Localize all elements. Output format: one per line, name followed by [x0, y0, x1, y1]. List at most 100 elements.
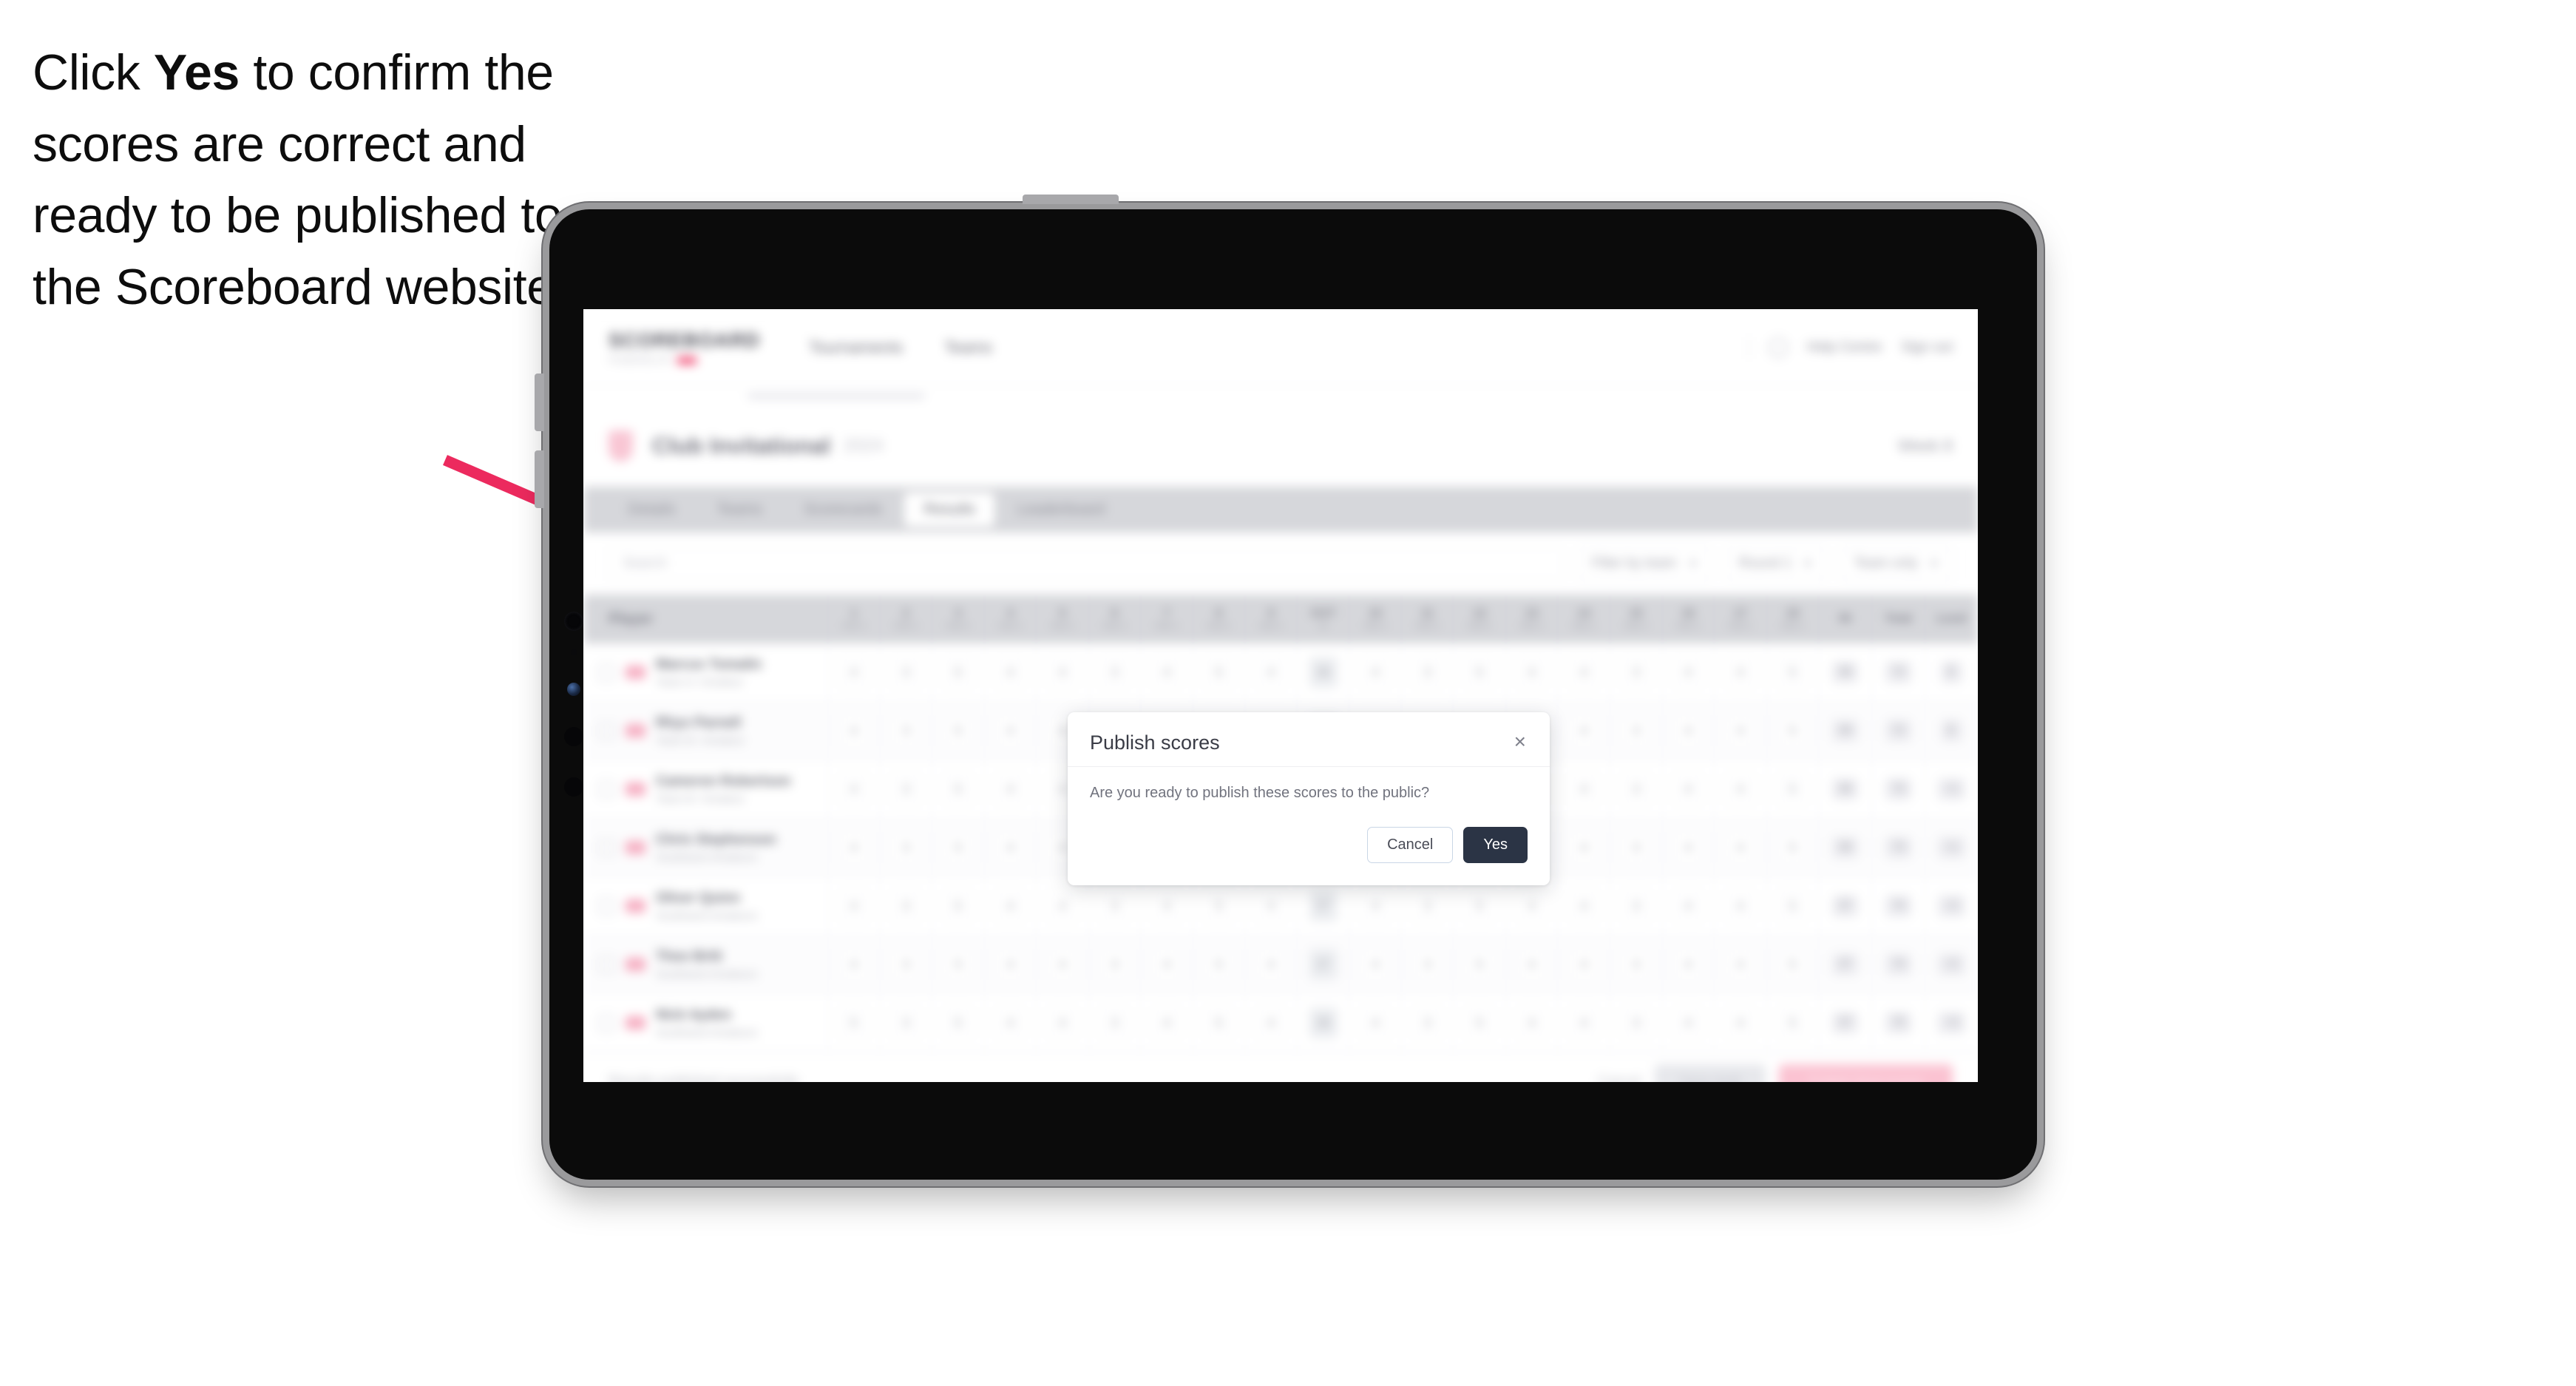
score-cell[interactable]: 4	[1244, 877, 1297, 935]
score-cell[interactable]: 4	[1661, 702, 1715, 760]
score-cell[interactable]: 4	[983, 994, 1037, 1052]
score-cell[interactable]: 4	[1140, 994, 1193, 1052]
score-cell[interactable]: 3	[879, 760, 932, 818]
score-cell[interactable]: 5	[1453, 994, 1505, 1052]
score-cell[interactable]: 3	[1609, 760, 1662, 818]
search-input[interactable]: Search	[609, 547, 1565, 581]
row-checkbox[interactable]	[598, 663, 615, 681]
score-cell[interactable]: 4	[1714, 643, 1766, 701]
score-cell[interactable]: 4	[1714, 702, 1766, 760]
score-cell[interactable]: 4	[1140, 877, 1193, 935]
score-cell[interactable]: 4	[1661, 643, 1715, 701]
yes-button[interactable]: Yes	[1463, 827, 1528, 863]
score-cell[interactable]: 37	[1296, 877, 1349, 935]
score-cell[interactable]: 5	[932, 702, 984, 760]
score-cell[interactable]: 4	[827, 936, 880, 993]
score-cell[interactable]: 3	[1088, 994, 1141, 1052]
row-checkbox[interactable]	[598, 956, 615, 973]
footer-cancel-link[interactable]: Cancel	[1598, 1074, 1641, 1083]
score-cell[interactable]: 3	[879, 643, 932, 701]
row-checkbox[interactable]	[598, 839, 615, 856]
score-cell[interactable]: 4	[1557, 936, 1610, 993]
score-cell[interactable]: 4	[827, 643, 880, 701]
score-cell[interactable]: 4	[1140, 643, 1193, 701]
tab-leaderboard[interactable]: Leaderboard	[997, 493, 1124, 527]
tab-details[interactable]: Details	[609, 493, 694, 527]
score-cell[interactable]: 4	[1349, 994, 1401, 1052]
score-cell[interactable]: 5	[1453, 643, 1505, 701]
score-cell[interactable]: 4	[983, 702, 1037, 760]
score-cell[interactable]: 3	[1400, 643, 1454, 701]
score-cell[interactable]: 5	[827, 994, 880, 1052]
score-cell[interactable]: 4	[1036, 936, 1088, 993]
volume-down-button[interactable]	[535, 450, 544, 508]
score-cell[interactable]: 5	[1766, 702, 1819, 760]
score-cell[interactable]: 4	[1661, 936, 1715, 993]
score-cell[interactable]: 3	[879, 702, 932, 760]
table-row[interactable]: Theo Britt Southwest Amateurs 4 3 5 4 4 3 4 5 4 37 4…	[583, 936, 1978, 994]
score-cell[interactable]: 4	[1505, 643, 1558, 701]
score-cell[interactable]: 5	[1766, 994, 1819, 1052]
score-cell[interactable]: 4	[1505, 936, 1558, 993]
score-cell[interactable]: 4	[1557, 819, 1610, 876]
score-cell[interactable]: 5	[1766, 760, 1819, 818]
score-cell[interactable]: 4	[827, 702, 880, 760]
tab-scorecards[interactable]: Scorecards	[784, 493, 901, 527]
score-cell[interactable]: 5	[1766, 819, 1819, 876]
score-cell[interactable]: 4	[1244, 936, 1297, 993]
table-row[interactable]: Marcus Tomalin Team A • Amateur 4 3 5 4 4 3 4 5 4 3…	[583, 643, 1978, 702]
help-icon[interactable]	[1768, 337, 1788, 357]
filter-team[interactable]: Filter by team	[1577, 547, 1712, 581]
score-cell[interactable]: 4	[1557, 877, 1610, 935]
power-button[interactable]	[1023, 195, 1119, 204]
score-cell[interactable]: 5	[932, 643, 984, 701]
row-checkbox[interactable]	[598, 897, 615, 915]
close-icon[interactable]: ×	[1513, 731, 1528, 752]
score-cell[interactable]: 4	[983, 760, 1037, 818]
score-cell[interactable]: 37	[1296, 936, 1349, 993]
score-cell[interactable]: 3	[1609, 877, 1662, 935]
score-cell[interactable]: 4	[1714, 936, 1766, 993]
score-cell[interactable]: 3	[879, 877, 932, 935]
score-cell[interactable]: 5	[932, 760, 984, 818]
score-cell[interactable]: 5	[1192, 643, 1245, 701]
score-cell[interactable]: 4	[1349, 643, 1401, 701]
score-cell[interactable]: 4	[1505, 877, 1558, 935]
score-cell[interactable]: 4	[827, 819, 880, 876]
score-cell[interactable]: 4	[1661, 877, 1715, 935]
nav-item-teams[interactable]: Teams	[944, 338, 992, 357]
score-cell[interactable]: 4	[1661, 819, 1715, 876]
nav-item-tournaments[interactable]: Tournaments	[809, 338, 903, 357]
score-cell[interactable]: 4	[1140, 936, 1193, 993]
help-centre-link[interactable]: Help Centre	[1807, 339, 1882, 356]
score-cell[interactable]: 4	[1661, 760, 1715, 818]
row-checkbox[interactable]	[598, 722, 615, 740]
tab-teams[interactable]: Teams	[697, 493, 782, 527]
score-cell[interactable]: 3	[1609, 643, 1662, 701]
score-cell[interactable]: 4	[1244, 994, 1297, 1052]
score-cell[interactable]: 3	[879, 994, 932, 1052]
score-cell[interactable]: 4	[983, 643, 1037, 701]
score-cell[interactable]: 3	[1088, 936, 1141, 993]
score-cell[interactable]: 3	[1609, 936, 1662, 993]
score-cell[interactable]: 38	[1296, 994, 1349, 1052]
publish-final-scores-button[interactable]: Publish final scores	[1778, 1064, 1953, 1082]
score-cell[interactable]: 5	[932, 936, 984, 993]
score-cell[interactable]: 4	[1557, 760, 1610, 818]
score-cell[interactable]: 3	[1400, 936, 1454, 993]
score-cell[interactable]: 3	[879, 819, 932, 876]
score-cell[interactable]: 5	[1766, 643, 1819, 701]
score-cell[interactable]: 4	[1557, 643, 1610, 701]
brand-logo[interactable]: SCOREBOARD POWERED BY	[609, 329, 760, 365]
score-cell[interactable]: 4	[1714, 994, 1766, 1052]
score-cell[interactable]: 4	[983, 936, 1037, 993]
score-cell[interactable]: 4	[1036, 994, 1088, 1052]
score-cell[interactable]: 4	[1714, 760, 1766, 818]
score-cell[interactable]: 4	[827, 877, 880, 935]
score-cell[interactable]: 5	[1766, 877, 1819, 935]
score-cell[interactable]: 5	[1453, 936, 1505, 993]
score-cell[interactable]: 5	[932, 994, 984, 1052]
score-cell[interactable]: 5	[932, 819, 984, 876]
score-cell[interactable]: 4	[1557, 702, 1610, 760]
sign-out-link[interactable]: Sign out	[1901, 339, 1953, 356]
